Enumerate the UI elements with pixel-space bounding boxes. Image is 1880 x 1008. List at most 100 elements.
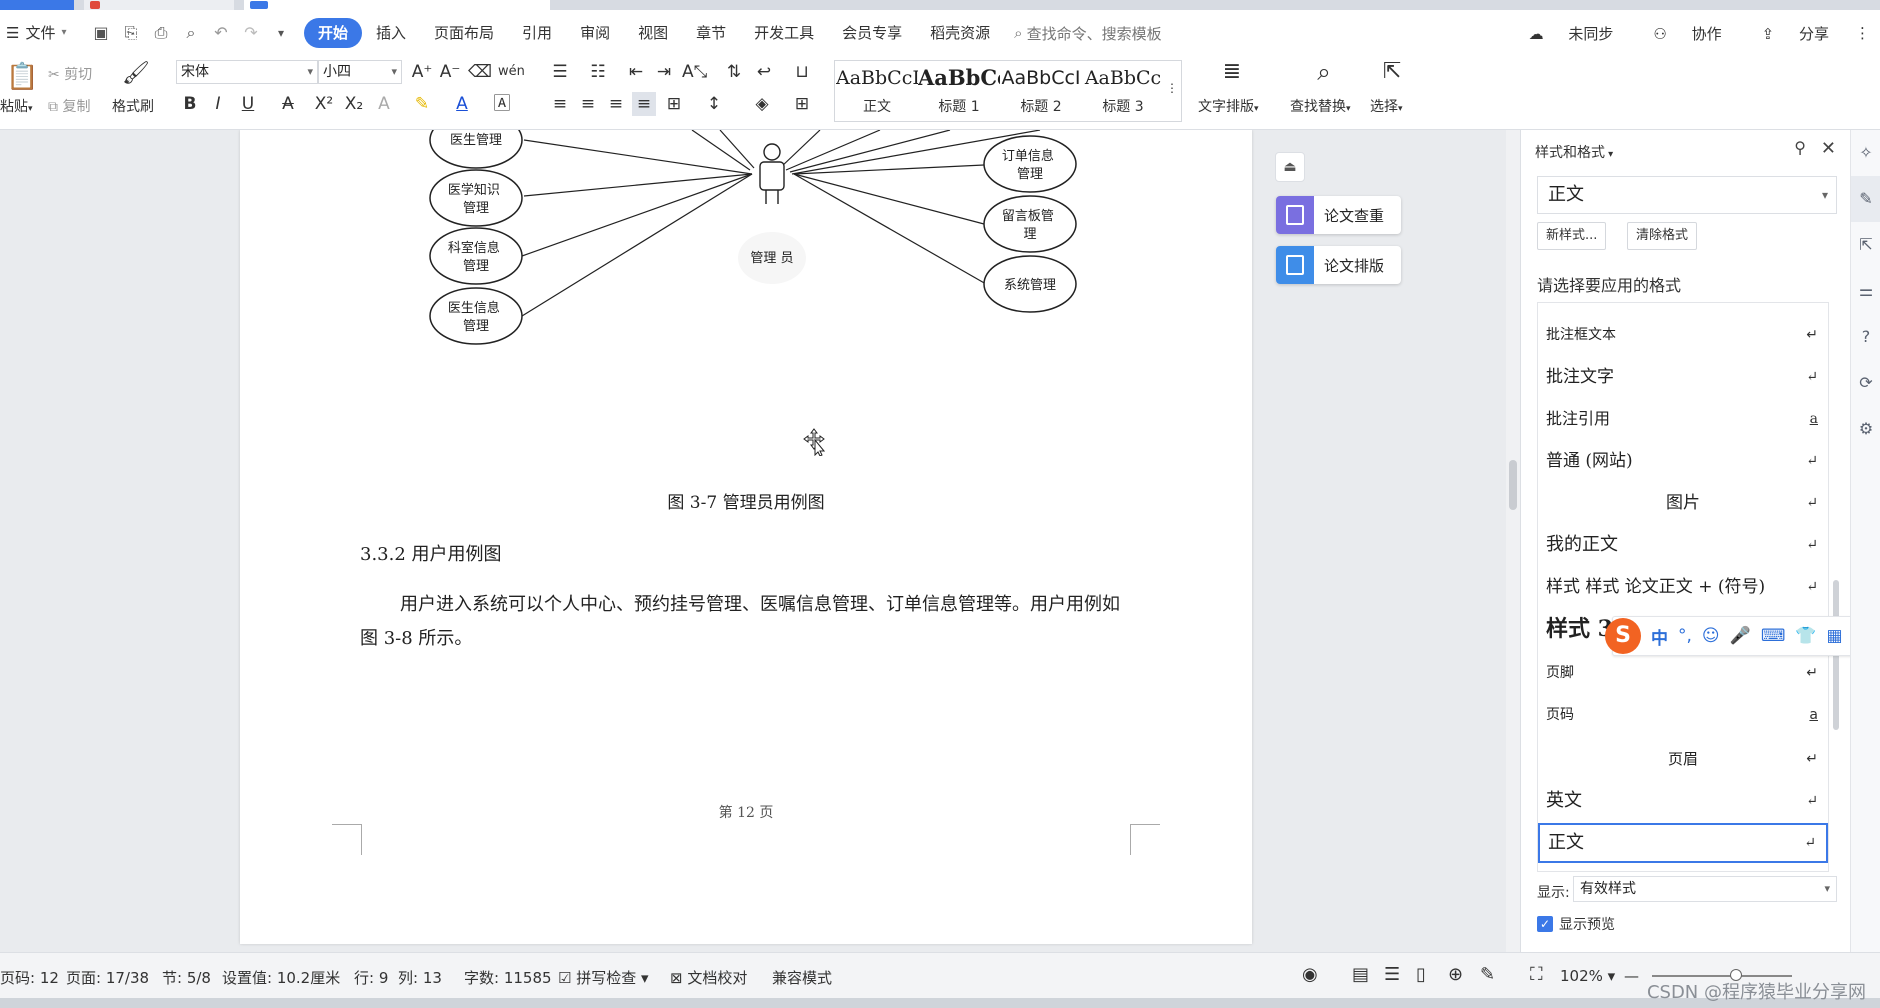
numbered-list-icon[interactable]: ☷ — [586, 60, 610, 84]
undo-icon[interactable]: ↶ — [210, 22, 232, 44]
increase-indent-icon[interactable]: ⇥ — [652, 60, 676, 84]
italic-icon[interactable]: I — [206, 92, 230, 116]
navigation-icon[interactable]: ✧ — [1851, 130, 1880, 176]
show-marks-icon[interactable]: ↩ — [752, 60, 776, 84]
subscript-icon[interactable]: X₂ — [342, 92, 366, 116]
grow-font-icon[interactable]: A⁺ — [410, 60, 434, 84]
style-heading-1[interactable]: AaBbCcI 标题 1 — [918, 60, 1000, 122]
highlight-icon[interactable]: ✎ — [410, 92, 434, 116]
sync-status-button[interactable]: ☁ 未同步 — [1509, 23, 1614, 44]
style-item-selected[interactable]: 正文 ↵ — [1538, 823, 1828, 863]
style-normal[interactable]: AaBbCcI 正文 — [836, 60, 918, 122]
font-name-select[interactable]: 宋体 — [176, 60, 318, 84]
ime-punctuation[interactable]: °, — [1678, 626, 1692, 646]
document-vertical-scrollbar[interactable] — [1506, 130, 1520, 952]
document-tab-active[interactable] — [244, 0, 550, 10]
font-color-icon[interactable]: A — [450, 92, 474, 116]
adjust-icon[interactable]: ⚌ — [1851, 268, 1880, 314]
select-cursor-icon[interactable]: ⇱ — [1380, 60, 1404, 84]
status-col[interactable]: 列: 13 — [398, 967, 442, 988]
collaborate-button[interactable]: ⚇ 协作 — [1633, 23, 1721, 44]
text-effect-icon[interactable]: A — [372, 92, 396, 116]
close-icon[interactable]: ✕ — [1821, 138, 1836, 159]
text-layout-icon[interactable]: ≣ — [1220, 60, 1244, 84]
settings-icon[interactable]: ⚙ — [1851, 406, 1880, 452]
zoom-level[interactable]: 102% ▾ — [1560, 967, 1615, 985]
print-preview-icon[interactable]: ⌕ — [180, 22, 202, 44]
plagiarism-check-button[interactable]: 论文查重 — [1276, 196, 1401, 234]
doc-proof-button[interactable]: ⊠ 文档校对 — [670, 967, 747, 988]
tab-home[interactable]: 开始 — [304, 18, 363, 48]
style-heading-2[interactable]: AaBbCcI 标题 2 — [1000, 60, 1082, 122]
align-right-icon[interactable]: ≡ — [604, 92, 628, 116]
paste-icon[interactable]: 📋 — [6, 60, 38, 94]
ime-emoji-icon[interactable]: ☺ — [1702, 626, 1720, 646]
current-style-select[interactable]: 正文 — [1537, 176, 1837, 214]
ime-chinese-mode[interactable]: 中 — [1651, 624, 1668, 649]
clear-format-icon[interactable]: ⌫ — [468, 60, 492, 84]
status-page[interactable]: 页面: 17/38 — [66, 967, 149, 988]
distribute-icon[interactable]: ⊞ — [662, 92, 686, 116]
file-menu[interactable]: ☰ 文件 ▾ — [0, 18, 86, 48]
char-spacing-icon[interactable]: ⊔ — [790, 60, 814, 84]
page-view-icon[interactable]: ▤ — [1352, 964, 1369, 985]
style-item[interactable]: 页眉 ↵ — [1538, 739, 1828, 779]
style-item[interactable]: 我的正文 ↵ — [1538, 525, 1828, 565]
ime-skin-icon[interactable]: 👕 — [1795, 626, 1816, 646]
customize-toolbar-icon[interactable]: ▾ — [270, 22, 292, 44]
tab-review[interactable]: 审阅 — [566, 18, 624, 48]
style-item[interactable]: 批注文字 ↵ — [1538, 357, 1828, 397]
status-page-code[interactable]: 页码: 12 — [0, 967, 59, 988]
align-center-icon[interactable]: ≡ — [576, 92, 600, 116]
text-direction-icon[interactable]: A⤡ — [682, 60, 707, 84]
ime-grid-icon[interactable]: ▦ — [1827, 626, 1843, 646]
align-left-icon[interactable]: ≡ — [548, 92, 572, 116]
sort-icon[interactable]: ⇅ — [722, 60, 746, 84]
collapse-tools-button[interactable]: ⏏ — [1275, 152, 1305, 182]
pin-icon[interactable]: ⚲ — [1794, 138, 1806, 157]
style-item[interactable]: 样式 样式 论文正文 + (符号) ↵ — [1538, 567, 1828, 607]
share-button[interactable]: ⇪ 分享 — [1742, 23, 1829, 44]
copy-button[interactable]: ⧉ 复制 — [48, 96, 90, 116]
pinyin-icon[interactable]: wén — [498, 60, 525, 84]
style-item[interactable]: 页脚 ↵ — [1538, 653, 1828, 693]
redo-icon[interactable]: ↷ — [240, 22, 262, 44]
style-item[interactable]: 页码 a — [1538, 695, 1828, 735]
tab-docer[interactable]: 稻壳资源 — [916, 18, 1004, 48]
find-replace-button[interactable]: 查找替换▾ — [1290, 96, 1351, 116]
document-page[interactable]: 管理 员 医生管理 医学知识 管理 科室信息 管理 医生信息 管理 订单信息 管… — [240, 130, 1252, 944]
status-word-count[interactable]: 字数: 11585 — [464, 967, 552, 988]
zoom-slider[interactable] — [1652, 975, 1792, 977]
print-icon[interactable]: ⎙ — [150, 22, 172, 44]
home-tab[interactable] — [0, 0, 74, 10]
justify-icon[interactable]: ≡ — [632, 92, 656, 116]
new-style-button[interactable]: 新样式... — [1537, 222, 1607, 250]
tab-chapter[interactable]: 章节 — [682, 18, 740, 48]
zoom-out-icon[interactable]: — — [1624, 967, 1639, 985]
edit-style-icon[interactable]: ✎ — [1851, 176, 1880, 222]
text-layout-button[interactable]: 文字排版▾ — [1198, 96, 1259, 116]
format-painter-icon[interactable]: 🖌 — [122, 62, 150, 86]
style-item[interactable]: 图片 ↵ — [1538, 483, 1828, 523]
format-painter-button[interactable]: 格式刷 — [112, 96, 154, 116]
ime-voice-icon[interactable]: 🎤 — [1730, 626, 1751, 646]
more-icon[interactable]: ⋮ — [1855, 24, 1870, 42]
save-icon[interactable]: ▣ — [90, 22, 112, 44]
decrease-indent-icon[interactable]: ⇤ — [624, 60, 648, 84]
spell-check-button[interactable]: ☑ 拼写检查 ▾ — [558, 967, 649, 988]
strikethrough-icon[interactable]: A — [276, 92, 300, 116]
magnifier-icon[interactable]: ⌕ — [1312, 60, 1336, 84]
export-pdf-icon[interactable]: ⎘ — [120, 22, 142, 44]
tab-references[interactable]: 引用 — [508, 18, 566, 48]
status-row[interactable]: 行: 9 — [354, 967, 388, 988]
style-heading-3[interactable]: AaBbCc 标题 3 — [1082, 60, 1164, 122]
scrollbar-thumb[interactable] — [1509, 460, 1517, 510]
style-list-scrollbar[interactable] — [1833, 320, 1839, 880]
style-list[interactable]: 批注框文本 ↵ 批注文字 ↵ 批注引用 a 普通 (网站) ↵ 图片 ↵ 我的正文 ↵ 样式… — [1537, 302, 1829, 872]
style-item[interactable]: 普通 (网站) ↵ — [1538, 441, 1828, 481]
shading-icon[interactable]: ◈ — [750, 92, 774, 116]
eye-protection-icon[interactable]: ◉ — [1302, 964, 1318, 985]
select-tool-icon[interactable]: ⇱ — [1851, 222, 1880, 268]
select-button[interactable]: 选择▾ — [1370, 96, 1403, 116]
tab-member[interactable]: 会员专享 — [828, 18, 916, 48]
